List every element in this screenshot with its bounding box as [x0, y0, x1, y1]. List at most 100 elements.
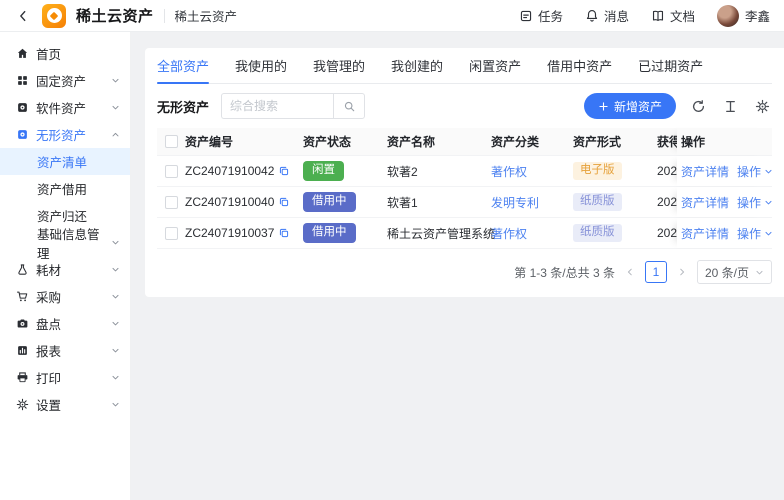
row-checkbox[interactable] [165, 227, 178, 240]
row-height-icon [723, 99, 738, 114]
sidebar-item-label: 无形资产 [36, 125, 104, 144]
sidebar-item-label: 设置 [36, 395, 104, 414]
header-item-messages[interactable]: 消息 [585, 6, 629, 25]
app-logo [42, 4, 66, 28]
header-item-documents[interactable]: 文档 [651, 6, 695, 25]
asset-detail-link[interactable]: 资产详情 [681, 163, 729, 180]
sidebar-item-home[interactable]: 首页 [0, 40, 130, 67]
row-more-label: 操作 [737, 163, 761, 180]
asset-code: ZC24071910040 [185, 195, 274, 209]
report-icon [16, 344, 29, 357]
copy-icon[interactable] [278, 227, 290, 239]
category-link[interactable]: 著作权 [491, 165, 527, 179]
copy-icon[interactable] [278, 196, 290, 208]
sidebar-item-label: 资产归还 [37, 206, 120, 225]
sidebar: 首页 固定资产 软件资产 [0, 32, 131, 500]
row-checkbox[interactable] [165, 196, 178, 209]
sidebar-item-procurement[interactable]: 采购 [0, 283, 130, 310]
page-size-select[interactable]: 20 条/页 [697, 260, 772, 284]
tab-managed-by-me[interactable]: 我管理的 [313, 48, 365, 83]
asset-code: ZC24071910042 [185, 164, 274, 178]
header-divider [164, 9, 165, 23]
tab-created-by-me[interactable]: 我创建的 [391, 48, 443, 83]
asset-detail-link[interactable]: 资产详情 [681, 225, 729, 242]
refresh-button[interactable] [689, 97, 708, 116]
chevron-left-icon [16, 9, 30, 23]
sidebar-item-settings[interactable]: 设置 [0, 391, 130, 418]
asset-detail-link[interactable]: 资产详情 [681, 194, 729, 211]
row-more-button[interactable]: 操作 [737, 225, 773, 242]
gear-icon [755, 99, 770, 114]
tab-idle-assets[interactable]: 闲置资产 [469, 48, 521, 83]
grid-icon [16, 74, 29, 87]
sidebar-item-label: 资产借用 [37, 179, 120, 198]
logo-circle-icon [47, 8, 62, 23]
sidebar-item-label: 基础信息管理 [37, 224, 111, 262]
asset-name: 软著2 [387, 163, 491, 180]
row-more-button[interactable]: 操作 [737, 194, 773, 211]
next-page-button[interactable] [675, 265, 689, 279]
acquired-date: 202 [657, 195, 677, 209]
form-tag: 电子版 [573, 162, 622, 181]
prev-page-button[interactable] [623, 265, 637, 279]
purchase-icon [16, 290, 29, 303]
asset-name: 软著1 [387, 194, 491, 211]
col-asset-category: 资产分类 [491, 133, 573, 150]
table-row: ZC24071910040 借用中 软著1 发明专利 纸质版 202 资产详情 [157, 187, 772, 218]
assets-table: 资产编号 资产状态 资产名称 资产分类 资产形式 获得 操作 ZC2407191… [157, 128, 772, 249]
add-asset-button[interactable]: 新增资产 [584, 93, 676, 119]
page-number[interactable]: 1 [645, 261, 667, 283]
row-height-button[interactable] [721, 97, 740, 116]
header-item-tasks[interactable]: 任务 [519, 6, 563, 25]
user-menu[interactable]: 李鑫 [717, 5, 770, 27]
chevron-down-icon [111, 76, 120, 85]
tab-bar: 全部资产 我使用的 我管理的 我创建的 闲置资产 借用中资产 已过期资产 [157, 48, 772, 84]
sidebar-item-label: 采购 [36, 287, 104, 306]
chevron-up-icon [111, 130, 120, 139]
table-row: ZC24071910037 借用中 稀土云资产管理系统 著作权 纸质版 202 … [157, 218, 772, 249]
sidebar-item-reports[interactable]: 报表 [0, 337, 130, 364]
search-icon [343, 100, 356, 113]
software-icon [16, 101, 29, 114]
sidebar-item-stocktake[interactable]: 盘点 [0, 310, 130, 337]
column-settings-button[interactable] [753, 97, 772, 116]
sidebar-item-label: 耗材 [36, 260, 104, 279]
row-checkbox[interactable] [165, 165, 178, 178]
pagination-summary: 第 1-3 条/总共 3 条 [514, 264, 615, 281]
category-link[interactable]: 发明专利 [491, 196, 539, 210]
row-more-button[interactable]: 操作 [737, 163, 773, 180]
home-icon [16, 47, 29, 60]
tab-used-by-me[interactable]: 我使用的 [235, 48, 287, 83]
sidebar-subitem-asset-borrow[interactable]: 资产借用 [0, 175, 130, 202]
app-title: 稀土云资产 [76, 5, 154, 26]
back-button[interactable] [14, 7, 32, 25]
sidebar-item-label: 打印 [36, 368, 104, 387]
body-row: 首页 固定资产 软件资产 [0, 32, 784, 500]
copy-icon[interactable] [278, 165, 290, 177]
tab-borrowed-assets[interactable]: 借用中资产 [547, 48, 612, 83]
form-tag: 纸质版 [573, 193, 622, 212]
chevron-down-icon [111, 346, 120, 355]
content-card: 全部资产 我使用的 我管理的 我创建的 闲置资产 借用中资产 已过期资产 无形资… [145, 48, 784, 297]
chevron-down-icon [111, 373, 120, 382]
avatar [717, 5, 739, 27]
tab-all-assets[interactable]: 全部资产 [157, 48, 209, 83]
sidebar-item-fixed-assets[interactable]: 固定资产 [0, 67, 130, 94]
chevron-down-icon [111, 400, 120, 409]
header-item-label: 任务 [538, 6, 563, 25]
sidebar-subitem-asset-list[interactable]: 资产清单 [0, 148, 130, 175]
sidebar-subitem-basic-info[interactable]: 基础信息管理 [0, 229, 130, 256]
sidebar-item-print[interactable]: 打印 [0, 364, 130, 391]
search-group [221, 93, 365, 119]
category-link[interactable]: 著作权 [491, 227, 527, 241]
pagination: 第 1-3 条/总共 3 条 1 20 条/页 [157, 249, 772, 297]
sidebar-item-software-assets[interactable]: 软件资产 [0, 94, 130, 121]
select-all-checkbox[interactable] [165, 135, 178, 148]
document-icon [651, 9, 665, 23]
intangible-icon [16, 128, 29, 141]
search-input[interactable] [221, 93, 333, 119]
search-button[interactable] [333, 93, 365, 119]
sidebar-item-intangible-assets[interactable]: 无形资产 [0, 121, 130, 148]
chevron-down-icon [111, 265, 120, 274]
tab-expired-assets[interactable]: 已过期资产 [638, 48, 703, 83]
